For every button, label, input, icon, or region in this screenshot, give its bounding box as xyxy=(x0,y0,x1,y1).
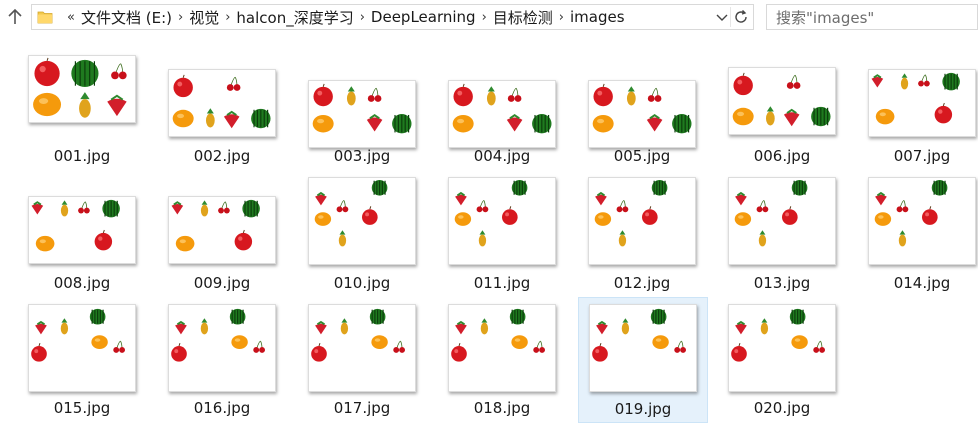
breadcrumb-item[interactable]: 视觉 xyxy=(189,7,219,28)
file-name: 020.jpg xyxy=(753,399,811,417)
breadcrumb-overflow[interactable]: « xyxy=(67,10,75,25)
image-thumbnail xyxy=(448,80,556,148)
breadcrumb-item[interactable]: halcon_深度学习 xyxy=(236,7,353,28)
file-item[interactable]: 016.jpg xyxy=(157,290,287,417)
search-input[interactable]: 搜索"images" xyxy=(766,4,978,30)
breadcrumb-item[interactable]: 文件文档 (E:) xyxy=(81,7,172,28)
up-arrow-icon xyxy=(8,8,22,24)
file-name: 017.jpg xyxy=(333,399,391,417)
image-thumbnail xyxy=(28,304,136,392)
folder-icon xyxy=(37,10,53,24)
chevron-down-icon[interactable] xyxy=(715,10,729,24)
breadcrumb-separator[interactable]: › xyxy=(559,10,564,25)
file-item[interactable]: 003.jpg xyxy=(297,36,427,165)
refresh-button[interactable] xyxy=(730,7,751,27)
image-thumbnail xyxy=(28,55,136,123)
breadcrumb-separator[interactable]: › xyxy=(482,10,487,25)
image-thumbnail xyxy=(448,177,556,265)
file-item[interactable]: 012.jpg xyxy=(577,163,707,292)
image-thumbnail xyxy=(868,177,976,265)
file-item-selected[interactable]: 019.jpg xyxy=(578,297,708,423)
file-item[interactable]: 001.jpg xyxy=(17,36,147,165)
file-name: 012.jpg xyxy=(613,274,671,292)
image-thumbnail xyxy=(448,304,556,392)
refresh-icon xyxy=(735,10,747,23)
image-thumbnail xyxy=(308,80,416,148)
file-item[interactable]: 020.jpg xyxy=(717,290,847,417)
file-item[interactable]: 014.jpg xyxy=(857,163,978,292)
file-name: 016.jpg xyxy=(193,399,251,417)
up-button[interactable] xyxy=(4,6,26,28)
file-name: 014.jpg xyxy=(893,274,951,292)
breadcrumb-item[interactable]: DeepLearning xyxy=(371,8,476,26)
image-thumbnail xyxy=(168,69,276,137)
file-item[interactable]: 017.jpg xyxy=(297,290,427,417)
file-item[interactable]: 013.jpg xyxy=(717,163,847,292)
navigation-bar: « 文件文档 (E:) › 视觉 › halcon_深度学习 › DeepLea… xyxy=(0,0,978,36)
file-item[interactable]: 007.jpg xyxy=(857,36,978,165)
file-name: 015.jpg xyxy=(53,399,111,417)
file-item[interactable]: 004.jpg xyxy=(437,36,567,165)
image-thumbnail xyxy=(308,304,416,392)
file-item[interactable]: 002.jpg xyxy=(157,36,287,165)
image-thumbnail xyxy=(728,67,836,135)
image-thumbnail xyxy=(589,304,697,392)
image-thumbnail xyxy=(588,80,696,148)
file-name: 019.jpg xyxy=(614,400,672,418)
image-thumbnail xyxy=(28,196,136,264)
breadcrumb-separator[interactable]: › xyxy=(225,10,230,25)
file-grid: 001.jpg 002.jpg 003.jpg 004.jpg 005.jpg … xyxy=(0,36,978,441)
file-item[interactable]: 009.jpg xyxy=(157,163,287,292)
file-item[interactable]: 015.jpg xyxy=(17,290,147,417)
file-item[interactable]: 006.jpg xyxy=(717,36,847,165)
file-item[interactable]: 011.jpg xyxy=(437,163,567,292)
file-item[interactable]: 018.jpg xyxy=(437,290,567,417)
file-item[interactable]: 010.jpg xyxy=(297,163,427,292)
image-thumbnail xyxy=(728,177,836,265)
breadcrumb-item[interactable]: images xyxy=(570,8,625,26)
address-bar[interactable]: « 文件文档 (E:) › 视觉 › halcon_深度学习 › DeepLea… xyxy=(31,4,754,30)
file-item[interactable]: 008.jpg xyxy=(17,163,147,292)
breadcrumb-separator[interactable]: › xyxy=(178,10,183,25)
file-name: 018.jpg xyxy=(473,399,531,417)
image-thumbnail xyxy=(588,177,696,265)
file-item[interactable]: 005.jpg xyxy=(577,36,707,165)
image-thumbnail xyxy=(308,177,416,265)
breadcrumb-separator[interactable]: › xyxy=(360,10,365,25)
image-thumbnail xyxy=(868,69,976,137)
breadcrumb-item[interactable]: 目标检测 xyxy=(493,7,553,28)
image-thumbnail xyxy=(168,196,276,264)
image-thumbnail xyxy=(168,304,276,392)
image-thumbnail xyxy=(728,304,836,392)
